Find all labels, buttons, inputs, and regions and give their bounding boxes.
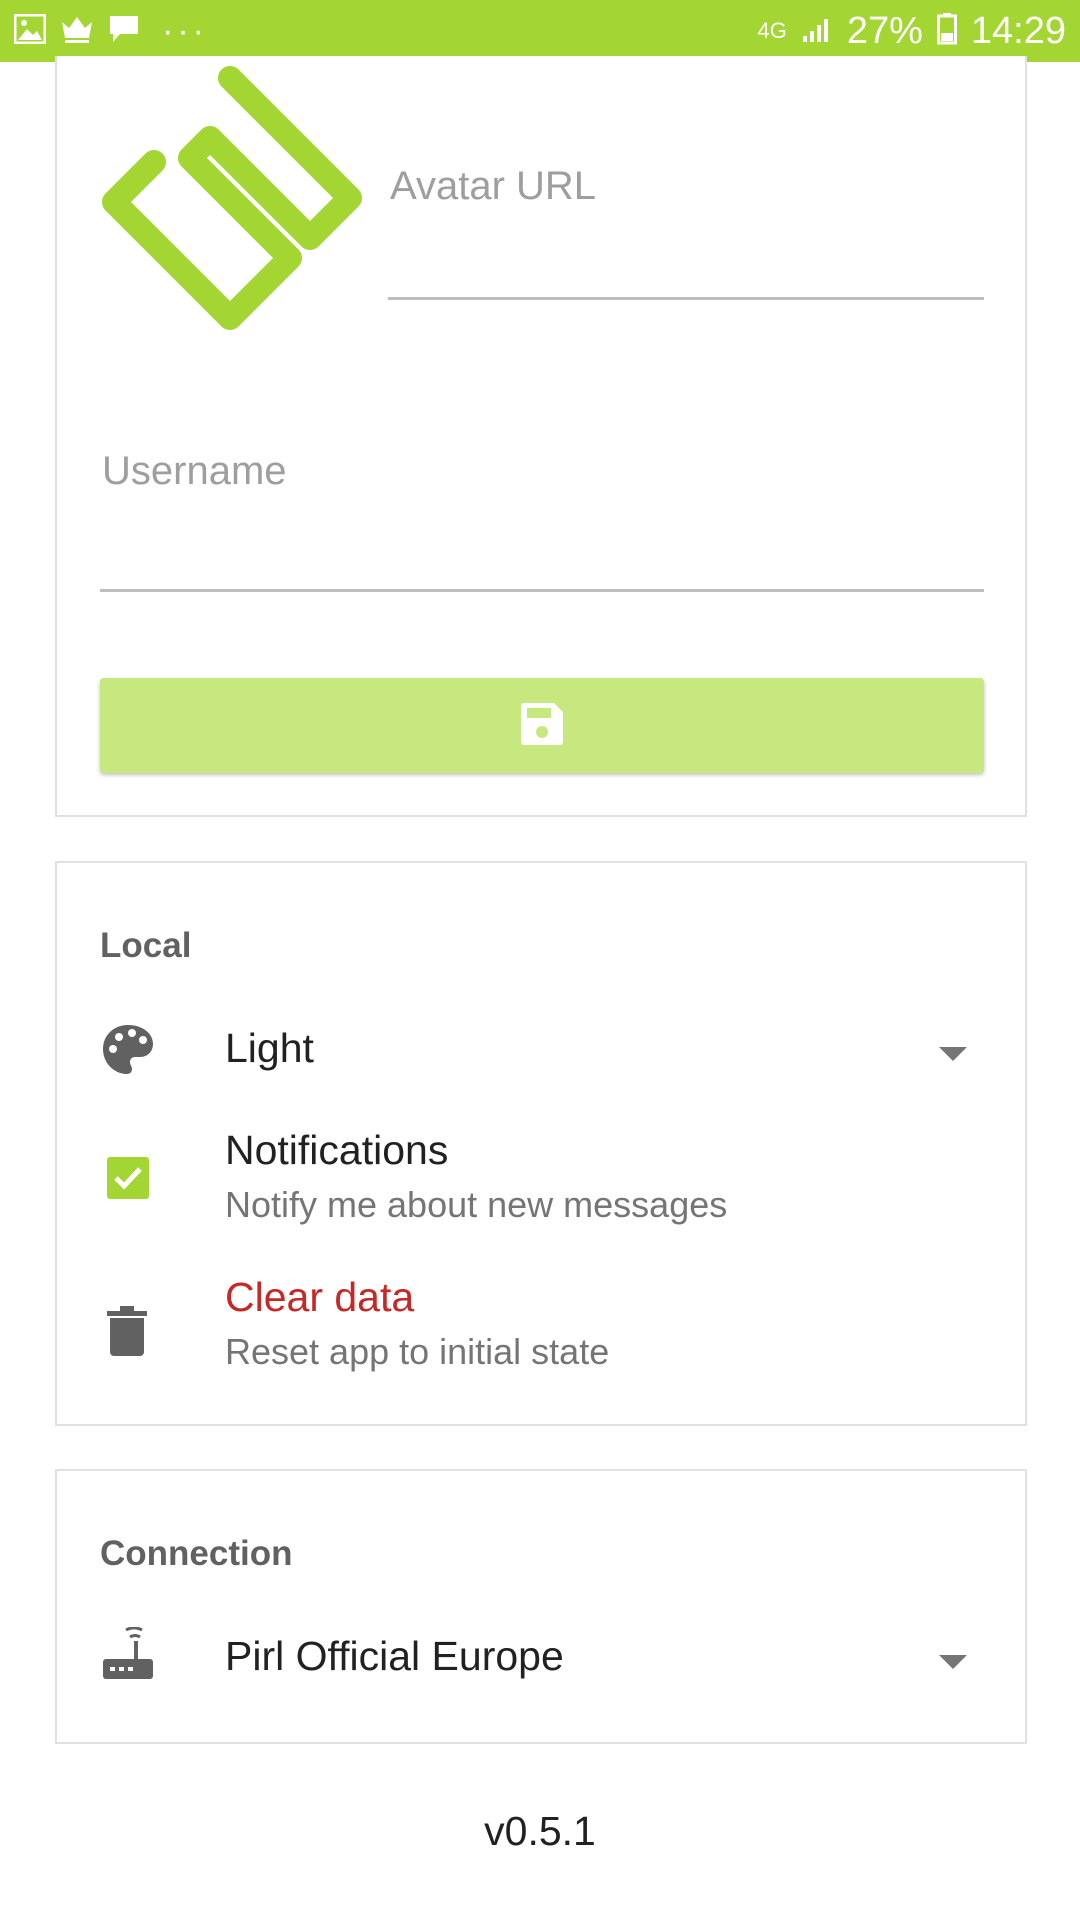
network-type: 4G [757, 18, 787, 43]
app-logo-icon [100, 64, 370, 334]
connection-section-header: Connection [100, 1534, 293, 1573]
notifications-text: Notifications Notify me about new messag… [225, 1127, 727, 1226]
local-settings-card: Local Light Notifications Notify me abou… [55, 861, 1027, 1426]
save-button[interactable] [100, 678, 984, 773]
notifications-subtitle: Notify me about new messages [225, 1184, 728, 1225]
profile-card: Avatar URL Username [55, 56, 1027, 817]
notifications-checkbox[interactable] [107, 1157, 149, 1199]
theme-select[interactable]: Light [57, 1003, 1025, 1103]
crown-icon [60, 14, 94, 49]
palette-icon [100, 1022, 156, 1078]
avatar-url-label: Avatar URL [390, 164, 597, 208]
server-value: Pirl Official Europe [225, 1633, 564, 1679]
local-section-header: Local [100, 926, 192, 965]
avatar-url-field[interactable]: Avatar URL [388, 106, 984, 306]
message-icon [108, 14, 140, 49]
username-label: Username [102, 449, 287, 493]
app-version: v0.5.1 [484, 1808, 596, 1854]
clear-data-row[interactable]: Clear data Reset app to initial state [57, 1274, 1025, 1388]
username-field[interactable]: Username [100, 393, 984, 633]
avatar-url-underline [388, 297, 984, 300]
theme-dropdown-arrow-icon[interactable] [939, 1047, 967, 1061]
more-notifications-icon: ··· [162, 11, 208, 50]
save-icon [521, 703, 563, 748]
clear-data-title: Clear data [225, 1274, 415, 1320]
notifications-title: Notifications [225, 1127, 449, 1173]
status-bar: ··· 4G 27% 14:29 [0, 0, 1080, 62]
server-select[interactable]: Pirl Official Europe [57, 1611, 1025, 1711]
router-icon [100, 1626, 156, 1683]
server-dropdown-arrow-icon[interactable] [939, 1655, 967, 1669]
battery-icon [936, 12, 957, 50]
battery-percent: 27% [846, 9, 923, 52]
signal-icon [801, 14, 833, 49]
connection-card: Connection Pirl Official Europe [55, 1469, 1027, 1744]
trash-icon [107, 1306, 147, 1356]
clear-data-text: Clear data Reset app to initial state [225, 1274, 609, 1373]
username-underline [100, 589, 984, 592]
theme-value: Light [225, 1025, 314, 1071]
notifications-toggle-row[interactable]: Notifications Notify me about new messag… [57, 1127, 1025, 1243]
clear-data-subtitle: Reset app to initial state [225, 1331, 610, 1372]
clock: 14:29 [970, 9, 1066, 52]
gallery-icon [13, 13, 47, 49]
